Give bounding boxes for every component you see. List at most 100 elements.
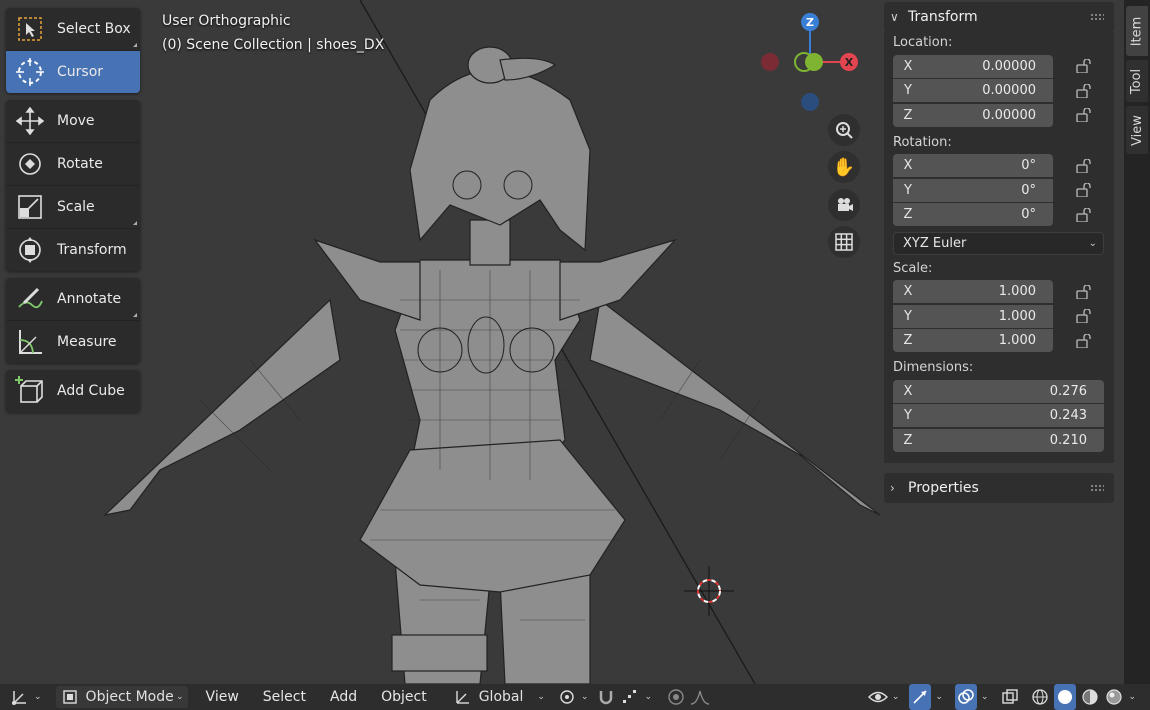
grid-icon xyxy=(835,233,853,251)
rotation-z-field[interactable]: Z 0° xyxy=(893,203,1053,227)
overlays-icon xyxy=(956,687,976,707)
mode-dropdown[interactable]: Object Mode ⌄ xyxy=(55,686,188,708)
tool-label: Select Box xyxy=(57,21,131,37)
overlays-toggle[interactable] xyxy=(954,684,977,710)
solid-sphere-icon xyxy=(1055,687,1075,707)
tool-label: Transform xyxy=(57,242,127,258)
tool-measure[interactable]: Measure xyxy=(6,321,140,363)
tool-label: Add Cube xyxy=(57,383,125,399)
rotation-y-field[interactable]: Y 0° xyxy=(893,178,1053,202)
3d-cursor-icon[interactable] xyxy=(684,566,734,616)
orientation-icon xyxy=(453,687,473,707)
xray-icon xyxy=(1000,687,1020,707)
toolbar-annotate-group: Annotate Measure xyxy=(6,278,140,363)
lock-icon[interactable] xyxy=(1075,157,1093,175)
lock-icon[interactable] xyxy=(1075,307,1093,325)
menu-select[interactable]: Select xyxy=(263,689,306,705)
lock-icon[interactable] xyxy=(1075,181,1093,199)
menu-add[interactable]: Add xyxy=(330,689,357,705)
location-y-field[interactable]: Y 0.00000 xyxy=(893,79,1053,103)
mode-label: Object Mode xyxy=(85,689,174,705)
transform-panel-title: Transform xyxy=(908,9,978,25)
dimensions-y-field[interactable]: Y 0.243 xyxy=(893,404,1104,428)
zoom-icon xyxy=(836,122,853,139)
snap-target-dropdown[interactable]: ⌄ xyxy=(620,684,656,710)
lock-icon[interactable] xyxy=(1075,82,1093,100)
location-label: Location: xyxy=(893,35,953,50)
shading-dropdown-arrow[interactable]: ⌄ xyxy=(1128,692,1136,702)
lock-icon[interactable] xyxy=(1075,57,1093,75)
falloff-dropdown[interactable] xyxy=(690,684,710,710)
hand-icon: ✋ xyxy=(832,156,856,178)
measure-icon xyxy=(15,327,45,357)
shading-rendered-button[interactable] xyxy=(1104,684,1124,710)
menu-object[interactable]: Object xyxy=(381,689,427,705)
move-icon xyxy=(15,106,45,136)
shading-material-button[interactable] xyxy=(1080,684,1100,710)
dimensions-x-field[interactable]: X 0.276 xyxy=(893,379,1104,403)
tool-rotate[interactable]: Rotate xyxy=(6,143,140,186)
lock-icon[interactable] xyxy=(1075,283,1093,301)
snap-increment-icon xyxy=(620,687,640,707)
object-mode-icon xyxy=(60,687,80,707)
lock-icon[interactable] xyxy=(1075,332,1093,350)
add-cube-icon xyxy=(15,376,45,406)
wireframe-sphere-icon xyxy=(1030,687,1050,707)
transform-panel-header[interactable]: ∨ Transform xyxy=(884,2,1114,32)
editor-type-button[interactable]: ⌄ xyxy=(10,684,46,710)
rotate-icon xyxy=(15,149,45,179)
pivot-dropdown[interactable]: ⌄ xyxy=(557,684,593,710)
drag-handle-icon[interactable] xyxy=(1090,13,1104,21)
menu-view[interactable]: View xyxy=(206,689,239,705)
navigation-gizmo[interactable]: Z X xyxy=(752,6,872,116)
tool-annotate[interactable]: Annotate xyxy=(6,278,140,321)
tool-add-cube[interactable]: Add Cube xyxy=(6,370,140,412)
shading-wireframe-button[interactable] xyxy=(1030,684,1050,710)
properties-panel-header[interactable]: › Properties xyxy=(884,472,1114,503)
gizmo-z-label: Z xyxy=(806,16,814,29)
lock-icon[interactable] xyxy=(1075,206,1093,224)
visibility-dropdown[interactable]: ⌄ xyxy=(867,684,904,710)
tool-move[interactable]: Move xyxy=(6,100,140,143)
scale-y-field[interactable]: Y 1.000 xyxy=(893,304,1053,328)
tab-view[interactable]: View xyxy=(1126,106,1148,154)
overlays-dropdown-arrow[interactable]: ⌄ xyxy=(981,692,989,702)
ortho-toggle-button[interactable] xyxy=(828,226,860,258)
camera-view-button[interactable] xyxy=(828,189,860,221)
gizmo-dropdown-arrow[interactable]: ⌄ xyxy=(935,692,943,702)
location-x-field[interactable]: X 0.00000 xyxy=(893,54,1053,78)
rendered-sphere-icon xyxy=(1104,687,1124,707)
scale-icon xyxy=(15,192,45,222)
tool-scale[interactable]: Scale xyxy=(6,186,140,229)
scale-z-field[interactable]: Z 1.000 xyxy=(893,329,1053,353)
scale-x-field[interactable]: X 1.000 xyxy=(893,280,1053,304)
zoom-button[interactable] xyxy=(828,114,860,146)
snap-toggle[interactable] xyxy=(596,684,616,710)
proportional-edit-toggle[interactable] xyxy=(666,684,686,710)
shading-solid-button[interactable] xyxy=(1054,684,1077,710)
pan-button[interactable]: ✋ xyxy=(828,151,860,183)
3d-viewport[interactable]: User Orthographic (0) Scene Collection |… xyxy=(0,0,1124,684)
tab-tool[interactable]: Tool xyxy=(1126,60,1148,102)
axes-icon xyxy=(10,687,30,707)
dimensions-z-field[interactable]: Z 0.210 xyxy=(893,428,1104,452)
tab-item[interactable]: Item xyxy=(1126,6,1148,56)
xray-toggle[interactable] xyxy=(1000,684,1020,710)
tool-label: Measure xyxy=(57,334,117,350)
transform-icon xyxy=(15,235,45,265)
rotation-x-field[interactable]: X 0° xyxy=(893,154,1053,178)
rotation-mode-dropdown[interactable]: XYZ Euler ⌄ xyxy=(893,231,1104,255)
cursor-icon xyxy=(15,57,45,87)
tool-cursor[interactable]: Cursor xyxy=(6,51,140,93)
proportional-edit-icon xyxy=(666,687,686,707)
location-z-field[interactable]: Z 0.00000 xyxy=(893,103,1053,127)
rotation-label: Rotation: xyxy=(893,134,952,150)
drag-handle-icon[interactable] xyxy=(1090,483,1104,492)
tool-select-box[interactable]: Select Box xyxy=(6,8,140,51)
orientation-dropdown[interactable]: Global ⌄ xyxy=(453,684,549,710)
chevron-right-icon: › xyxy=(890,480,895,495)
lock-icon[interactable] xyxy=(1075,106,1093,124)
gizmo-toggle[interactable] xyxy=(909,684,932,710)
tool-transform[interactable]: Transform xyxy=(6,229,140,271)
annotate-icon xyxy=(15,284,45,314)
